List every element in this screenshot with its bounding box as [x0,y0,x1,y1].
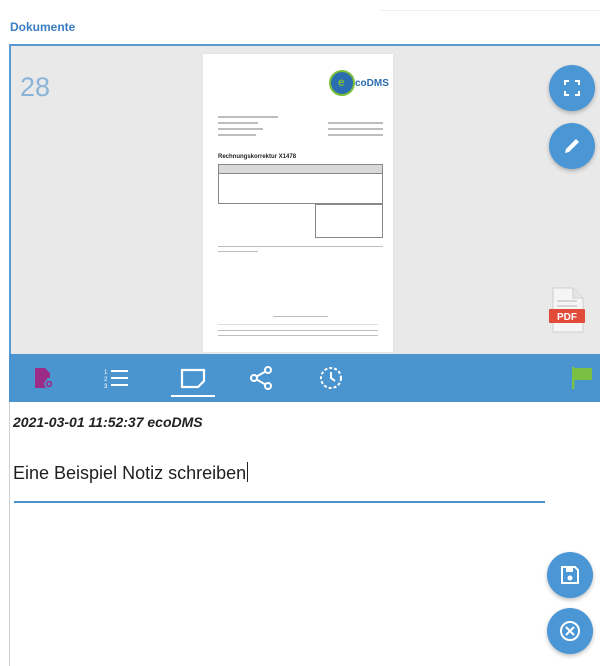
divider [380,10,600,11]
text-line [273,316,328,317]
share-icon [250,366,272,390]
document-heading: Rechnungskorrektur X1478 [218,154,297,160]
text-line [328,122,383,124]
fullscreen-button[interactable] [549,65,595,111]
invoice-totals [315,204,383,238]
document-settings-icon [35,368,54,389]
svg-text:2: 2 [104,377,108,383]
document-toolbar [9,354,600,402]
svg-text:1: 1 [104,370,108,376]
top-bar [0,0,600,44]
section-title: Dokumente [10,20,76,34]
text-line [218,134,256,136]
save-button[interactable] [547,552,593,598]
edit-button[interactable] [549,123,595,169]
document-settings-button[interactable] [30,364,58,392]
footer-line [218,330,378,331]
note-input-underline [14,501,545,503]
cancel-button[interactable] [547,608,593,654]
invoice-table [218,164,383,204]
text-line [218,116,278,118]
panel-border [9,402,10,666]
text-line [218,246,383,247]
text-line [218,128,263,130]
text-line [218,122,258,124]
logo-letter: e [338,75,345,89]
list-button[interactable]: 1 2 3 [101,364,131,392]
history-icon [320,367,342,389]
footer-line [218,324,378,325]
logo-text: coDMS [355,78,389,89]
table-header [219,165,382,174]
close-circle-icon [560,621,580,641]
pencil-icon [565,139,579,153]
fullscreen-icon [564,80,580,96]
note-icon [180,368,206,389]
note-input[interactable]: Eine Beispiel Notiz schreiben [13,462,249,484]
document-number: 28 [20,72,51,102]
svg-text:3: 3 [104,384,108,389]
footer-line [218,335,378,336]
share-button[interactable] [246,364,276,392]
document-thumbnail[interactable]: e coDMS Rechnungskorrektur X1478 [203,54,393,352]
active-tab-indicator [171,395,215,397]
text-caret [247,462,249,482]
note-timestamp: 2021-03-01 11:52:37 ecoDMS [13,414,203,430]
text-line [218,251,258,252]
pdf-label: PDF [557,312,577,323]
note-tab[interactable] [178,364,208,392]
text-line [328,128,383,130]
save-icon [561,566,579,584]
flag-icon [572,367,592,389]
note-text-value: Eine Beispiel Notiz schreiben [13,463,247,483]
numbered-list-icon: 1 2 3 [104,370,128,389]
text-line [328,134,383,136]
history-button[interactable] [316,364,346,392]
pdf-file-icon[interactable]: PDF [547,287,587,333]
flag-button[interactable] [568,364,596,392]
ecodms-logo-icon: e [329,70,355,96]
